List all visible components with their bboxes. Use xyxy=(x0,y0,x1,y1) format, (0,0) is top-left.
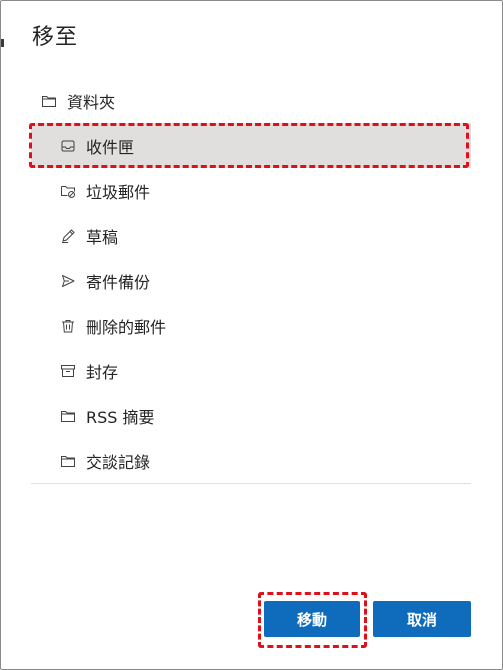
folder-item-inbox[interactable]: 收件匣 xyxy=(29,123,471,168)
folder-tree-root-label: 資料夾 xyxy=(67,92,116,112)
folder-icon xyxy=(41,93,57,109)
folder-item-label: 收件匣 xyxy=(86,137,135,157)
send-icon xyxy=(60,273,76,289)
folder-item-label: 寄件備份 xyxy=(86,272,151,292)
folder-item-rss-feeds[interactable]: RSS 摘要 xyxy=(31,393,471,438)
folder-item-deleted[interactable]: 刪除的郵件 xyxy=(31,303,471,348)
move-to-dialog: 移至 資料夾 收件匣 垃圾郵件 草稿 寄件備份 刪除的郵件 封存 RSS 摘要 … xyxy=(0,0,503,670)
folder-item-label: 垃圾郵件 xyxy=(86,182,151,202)
folder-item-label: 封存 xyxy=(86,362,119,382)
trash-icon xyxy=(60,318,76,334)
folder-tree-root[interactable]: 資料夾 xyxy=(31,78,471,123)
archive-icon xyxy=(60,363,76,379)
folder-item-sent[interactable]: 寄件備份 xyxy=(31,258,471,303)
folder-item-conversation-history[interactable]: 交談記錄 xyxy=(31,438,471,483)
window-edge-mark xyxy=(1,39,4,47)
folder-item-label: RSS 摘要 xyxy=(86,407,155,427)
divider xyxy=(31,483,471,484)
folder-item-label: 草稿 xyxy=(86,227,119,247)
folder-tree: 資料夾 收件匣 垃圾郵件 草稿 寄件備份 刪除的郵件 封存 RSS 摘要 交談記… xyxy=(29,78,471,483)
folder-item-label: 刪除的郵件 xyxy=(86,317,167,337)
folder-icon xyxy=(60,453,76,469)
cancel-button[interactable]: 取消 xyxy=(373,601,471,637)
move-button[interactable]: 移動 xyxy=(264,601,360,637)
folder-icon xyxy=(60,408,76,424)
folder-item-junk[interactable]: 垃圾郵件 xyxy=(31,168,471,213)
dialog-title: 移至 xyxy=(32,25,79,50)
folder-item-label: 交談記錄 xyxy=(86,452,151,472)
folder-item-archive[interactable]: 封存 xyxy=(31,348,471,393)
folder-item-drafts[interactable]: 草稿 xyxy=(31,213,471,258)
junk-folder-icon xyxy=(60,183,76,199)
inbox-icon xyxy=(60,138,76,154)
pencil-icon xyxy=(60,228,76,244)
